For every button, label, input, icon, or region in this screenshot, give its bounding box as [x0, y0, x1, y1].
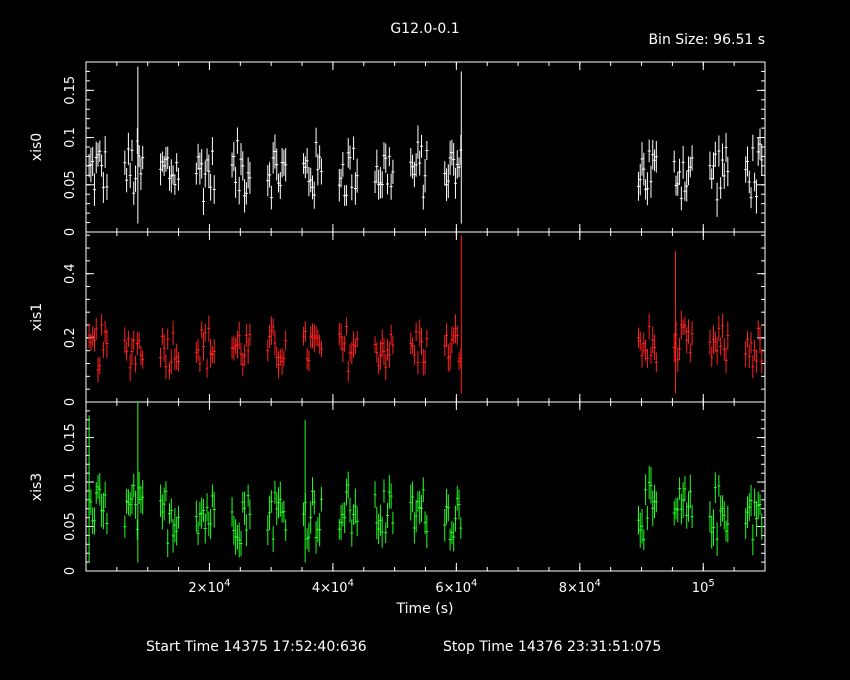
- x-axis-label: Time (s): [396, 601, 454, 617]
- x-tick-label: 6×104: [435, 578, 477, 596]
- chart-title: G12.0-0.1: [390, 21, 459, 37]
- bin-size-label: Bin Size: 96.51 s: [648, 32, 765, 48]
- panel-xis3-yticks: 0 0.05 0.1 0.15: [63, 401, 765, 575]
- start-time-label: Start Time 14375 17:52:40:636: [146, 639, 367, 655]
- panel-xis3: xis3 0 0.05 0.1 0.15: [29, 401, 766, 575]
- x-tick-label: 4×104: [312, 578, 354, 596]
- xis3-ytick-label: 0: [63, 567, 78, 575]
- panel-xis1-yticks: 0 0.2 0.4: [63, 234, 765, 406]
- panel-xis1-series: [87, 235, 764, 394]
- panel-xis0: xis0 0 0.05 0.1 0.15: [29, 61, 766, 236]
- stop-time-label: Stop Time 14376 23:31:51:075: [443, 639, 661, 655]
- x-tick-label: 8×104: [559, 578, 601, 596]
- light-curve-chart: G12.0-0.1 Bin Size: 96.51 s xis0 0 0.05 0.…: [29, 21, 766, 655]
- panel-xis3-ylabel: xis3: [29, 473, 45, 501]
- panel-xis0-ylabel: xis0: [29, 133, 45, 161]
- panel-xis1-frame: [85, 231, 766, 403]
- xis0-ytick-label: 0.15: [63, 76, 78, 105]
- xis1-ytick-label: 0: [63, 398, 78, 406]
- panel-xis3-series: [87, 402, 764, 563]
- x-tick-label: 2×104: [188, 578, 230, 596]
- xis3-ytick-label: 0.05: [63, 512, 78, 541]
- panel-xis1-ylabel: xis1: [29, 303, 45, 331]
- xis0-ytick-label: 0.1: [63, 127, 78, 148]
- x-tick-label: 105: [692, 578, 715, 596]
- panel-xis0-yticks: 0 0.05 0.1 0.15: [63, 61, 765, 236]
- xis3-ytick-label: 0.1: [63, 472, 78, 493]
- xis0-ytick-label: 0: [63, 228, 78, 236]
- xis1-ytick-label: 0.4: [63, 263, 78, 284]
- xis0-ytick-label: 0.05: [63, 170, 78, 199]
- panel-xis0-frame: [85, 61, 766, 233]
- panel-xis3-frame: [85, 401, 766, 572]
- panel-xis0-series: [87, 66, 764, 224]
- xis1-ytick-label: 0.2: [63, 328, 78, 349]
- panel-xis1: xis1 0 0.2 0.4: [29, 231, 766, 406]
- xis3-ytick-label: 0.15: [63, 423, 78, 452]
